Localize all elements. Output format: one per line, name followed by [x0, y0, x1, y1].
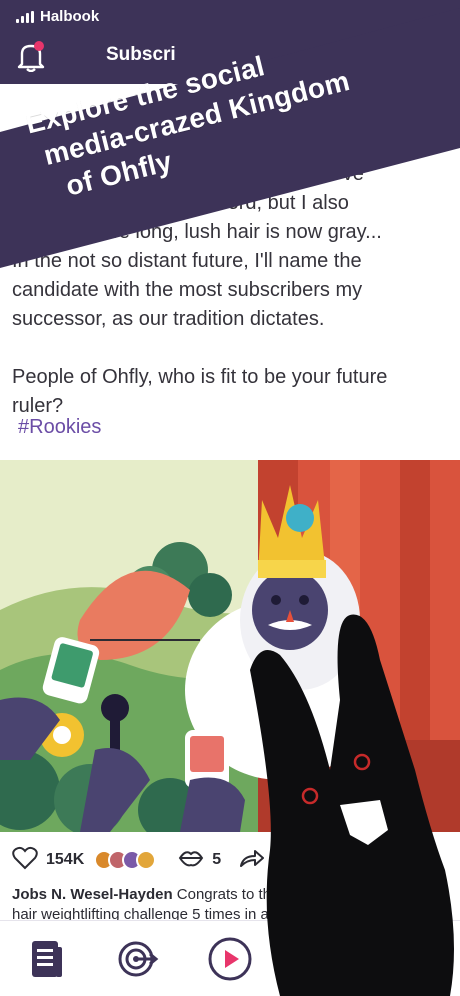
play-icon[interactable] — [200, 929, 260, 989]
like-count: 154K — [46, 851, 85, 868]
comment-text: Congrats to the king for — [172, 886, 333, 903]
chat-icon[interactable] — [292, 929, 352, 989]
profile-icon[interactable] — [384, 929, 444, 989]
post-line: candidate with the most subscribers my — [12, 279, 363, 301]
top-bar: Halbook Subscri — [0, 0, 460, 84]
comment-count: 5 — [212, 851, 222, 868]
target-icon[interactable] — [108, 929, 168, 989]
post-question: People of Ohfly, who is fit to be your f… — [12, 366, 388, 388]
post-illustration[interactable] — [0, 460, 460, 832]
bottom-nav — [0, 920, 460, 996]
status-bar: Halbook — [16, 8, 99, 25]
feed-icon[interactable] — [16, 929, 76, 989]
signal-icon — [16, 10, 34, 23]
post-body: tte not so long ago. That's the latest I… — [12, 160, 452, 421]
post-line: wonder since long, lush hair is now gray… — [12, 221, 382, 243]
post-line: tte not so long ago. That's the latest I… — [12, 163, 364, 185]
share-count: 30K — [273, 851, 303, 868]
liker-avatars[interactable] — [94, 850, 157, 870]
comment-author[interactable]: Jobs N. Wesel-Hayden — [12, 886, 173, 903]
lips-icon[interactable] — [178, 847, 204, 874]
heart-icon[interactable] — [12, 846, 38, 875]
hashtag-link[interactable]: #Rookies — [18, 416, 101, 439]
post-line: successor, as our tradition dictates. — [12, 308, 325, 330]
carrier-label: Halbook — [40, 8, 100, 25]
bell-icon[interactable] — [16, 40, 46, 73]
post-line: In the not so distant future, I'll name … — [12, 250, 362, 272]
nav-title[interactable]: Subscri — [106, 44, 176, 66]
reactions-row: 154K 5 30K — [12, 846, 303, 874]
top-comment: Jobs N. Wesel-Hayden Congrats to the kin… — [12, 886, 452, 903]
post-line: ruled over Ohfly with record, but I also — [12, 192, 349, 214]
share-arrow-icon[interactable] — [239, 848, 265, 873]
